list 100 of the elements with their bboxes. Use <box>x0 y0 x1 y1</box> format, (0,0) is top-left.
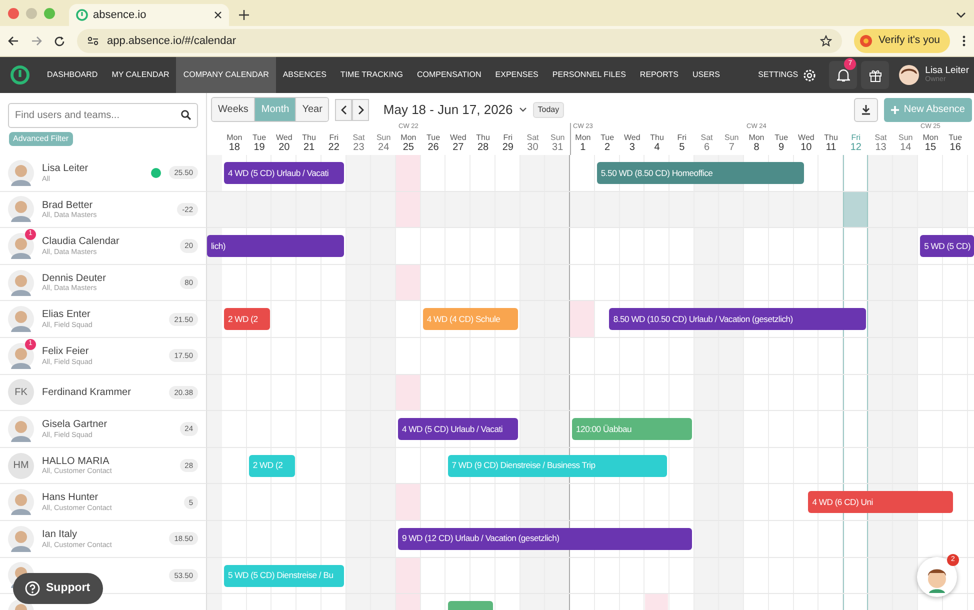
download-button[interactable] <box>854 98 878 122</box>
weekday-label: Sun <box>724 134 739 142</box>
weekday-label: Tue <box>252 134 266 142</box>
user-name: Dennis Deuter <box>42 272 107 284</box>
holiday-cell <box>396 155 420 191</box>
date-range[interactable]: May 18 - Jun 17, 2026 <box>383 100 513 120</box>
more-icon[interactable] <box>962 35 966 47</box>
chevron-down-icon[interactable] <box>518 107 527 112</box>
weekday-label: Sat <box>700 134 713 142</box>
weekday-label: Mon <box>922 134 938 142</box>
close-window-icon[interactable] <box>8 8 19 18</box>
address-field[interactable]: app.absence.io/#/calendar <box>77 29 842 53</box>
user-name: Claudia Calendar <box>42 236 120 248</box>
nav-item[interactable]: COMPANY CALENDAR <box>176 57 276 93</box>
absence-bar[interactable]: 5 WD (5 CD) <box>920 235 974 258</box>
user-name: Ferdinand Krammer <box>42 386 132 398</box>
settings-icon <box>803 68 816 82</box>
avatar: HM <box>8 452 34 479</box>
site-info-icon[interactable] <box>87 36 99 46</box>
nav-item[interactable]: EXPENSES <box>488 57 546 93</box>
weekday-label: Mon <box>400 134 416 142</box>
day-number: 30 <box>527 142 538 153</box>
absence-bar[interactable]: 9 WD (12 CD) Urlaub / Vacation (gesetzlich) <box>398 528 692 550</box>
absence-bar[interactable]: 5.50 WD (8.50 CD) Homeoffice <box>596 162 804 184</box>
browser-tab[interactable]: absence.io <box>69 4 229 26</box>
weekday-label: Sat <box>352 134 365 142</box>
help-icon <box>25 581 40 596</box>
weekday-label: Fri <box>851 134 861 142</box>
support-button[interactable]: Support <box>13 573 104 604</box>
absence-bar[interactable]: lich) <box>207 235 344 258</box>
nav-item[interactable]: ABSENCES <box>276 57 334 93</box>
today-button[interactable]: Today <box>532 102 564 118</box>
weekday-label: Thu <box>824 134 838 142</box>
day-number: 8 <box>754 142 760 153</box>
forward-icon[interactable] <box>31 36 42 46</box>
weekday-label: Tue <box>426 134 440 142</box>
nav-item[interactable]: PERSONNEL FILES <box>545 57 633 93</box>
new-tab-icon[interactable] <box>239 10 249 20</box>
star-icon[interactable] <box>820 35 832 47</box>
holiday-cell <box>396 264 420 300</box>
settings-link[interactable]: SETTINGS <box>751 57 824 93</box>
nav-item[interactable]: REPORTS <box>632 57 686 93</box>
app-logo-icon[interactable] <box>10 65 30 85</box>
view-tab[interactable]: Year <box>296 98 328 121</box>
chevron-down-icon[interactable] <box>956 12 966 18</box>
user-name: Gisela Gartner <box>42 419 108 431</box>
hover-cell[interactable] <box>844 192 868 228</box>
holiday-cell <box>396 484 420 520</box>
day-number: 23 <box>353 142 364 153</box>
nav-item[interactable]: MY CALENDAR <box>104 57 176 93</box>
back-icon[interactable] <box>8 36 19 46</box>
avatar <box>8 196 34 222</box>
gift-icon <box>868 68 882 82</box>
nav-item[interactable]: TIME TRACKING <box>333 57 410 93</box>
search-field[interactable]: Find users and teams... <box>8 103 198 128</box>
user-name: Lisa Leiter <box>42 163 90 175</box>
day-number: 15 <box>924 142 936 153</box>
day-number: 28 <box>477 142 489 153</box>
nav-item[interactable]: USERS <box>685 57 728 93</box>
nav-item[interactable]: DASHBOARD <box>40 57 105 93</box>
user-name: Ian Italy <box>42 529 78 541</box>
user-name: Hans Hunter <box>42 492 100 504</box>
user-name: Felix Feier <box>42 346 90 358</box>
absence-bar[interactable]: 2 WD (2 <box>224 308 270 330</box>
day-number: 31 <box>552 142 564 153</box>
weekday-label: Tue <box>774 134 788 142</box>
avatar[interactable] <box>899 65 920 85</box>
next-button[interactable] <box>352 98 370 120</box>
verify-button[interactable]: Verify it's you <box>854 29 950 53</box>
view-tab[interactable]: Weeks <box>212 98 256 121</box>
previous-button[interactable] <box>335 98 352 120</box>
day-number: 25 <box>402 142 414 153</box>
absence-bar[interactable]: 4 WD (5 CD) Urlaub / Vacati <box>224 162 344 184</box>
day-number: 10 <box>800 142 812 153</box>
day-number: 12 <box>850 142 862 153</box>
day-number: 1 <box>580 142 586 153</box>
nav-item[interactable]: COMPENSATION <box>410 57 488 93</box>
day-number: 9 <box>778 142 784 153</box>
day-number: 18 <box>228 142 240 153</box>
reload-icon[interactable] <box>54 36 65 46</box>
day-number: 2 <box>604 142 610 153</box>
day-number: 24 <box>378 142 390 153</box>
gift-button[interactable] <box>861 61 890 89</box>
weekday-label: Fri <box>677 134 687 142</box>
plus-icon <box>890 106 899 114</box>
absence-bar[interactable]: 4 WD (6 CD) Uni <box>808 491 954 514</box>
search-icon[interactable] <box>181 110 191 120</box>
holiday-cell <box>396 558 420 594</box>
weekday-label: Fri <box>329 134 339 142</box>
close-icon[interactable] <box>214 11 222 19</box>
day-number: 22 <box>328 142 340 153</box>
chevron-left-icon <box>340 104 347 114</box>
user-name: Brad Better <box>42 200 94 212</box>
weekday-label: Wed <box>276 134 292 142</box>
day-number: 27 <box>452 142 464 153</box>
weekday-label: Thu <box>302 134 316 142</box>
absence-bar[interactable]: 4 WD (5 CD) Urlaub / Vacati <box>398 418 518 440</box>
absence-bar[interactable]: 8.50 WD (10.50 CD) Urlaub / Vacation (gesetzlich) <box>609 308 866 330</box>
day-number: 20 <box>278 142 290 153</box>
holiday-cell <box>396 374 420 410</box>
